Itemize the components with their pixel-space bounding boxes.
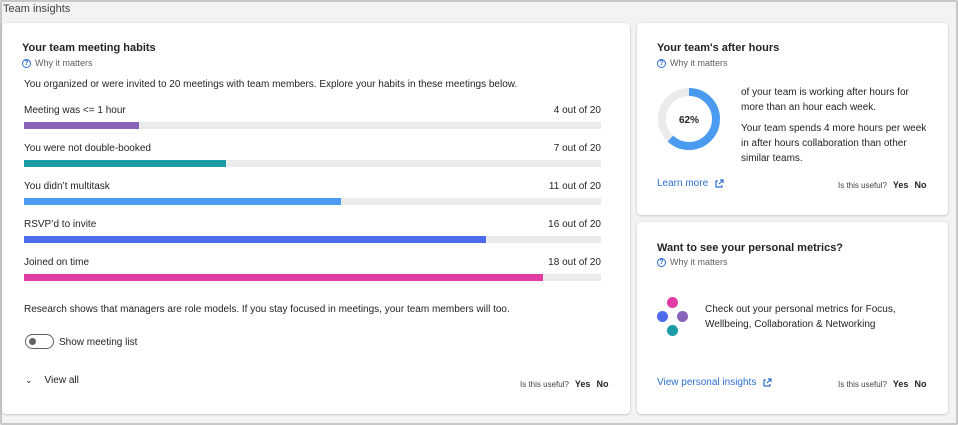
learn-more-link[interactable]: Learn more	[657, 178, 724, 189]
metric-label: Joined on time	[24, 257, 90, 268]
why-it-matters-label: Why it matters	[670, 257, 728, 267]
feedback-no-button[interactable]: No	[914, 180, 926, 190]
metric-bar-track	[24, 198, 601, 205]
view-personal-insights-link[interactable]: View personal insights	[657, 377, 772, 388]
feedback-yes-button[interactable]: Yes	[893, 180, 909, 190]
metric-bar-track	[24, 236, 601, 243]
question-icon: ?	[657, 58, 666, 68]
metric-bar-fill	[24, 198, 342, 205]
metric-bar-fill	[24, 122, 140, 129]
toggle-knob	[29, 338, 36, 345]
view-all-button[interactable]: ⌄ View all	[25, 375, 79, 386]
metric-label: Meeting was <= 1 hour	[24, 105, 126, 116]
feedback-no-button[interactable]: No	[914, 379, 926, 389]
metric-label: You were not double-booked	[24, 143, 151, 154]
external-link-icon	[763, 377, 772, 387]
useful-question: Is this useful?	[838, 180, 887, 190]
dot-purple	[677, 311, 688, 322]
metric-label: You didn’t multitask	[24, 181, 110, 192]
personal-metrics-description: Check out your personal metrics for Focu…	[705, 304, 896, 330]
after-hours-title: Your team's after hours	[657, 42, 780, 54]
metric-count: 18 out of 20	[548, 257, 601, 268]
after-hours-donut: 62%	[658, 88, 720, 150]
learn-more-label: Learn more	[657, 178, 709, 189]
metric-count: 7 out of 20	[553, 143, 601, 154]
metric-bar-fill	[24, 274, 544, 281]
why-it-matters-link[interactable]: ? Why it matters	[657, 58, 728, 68]
show-meeting-list-toggle[interactable]	[25, 334, 54, 349]
feedback-no-button[interactable]: No	[596, 379, 608, 389]
metrics-list: Meeting was <= 1 hour 4 out of 20 You were…	[0, 0, 601, 290]
metric-count: 16 out of 20	[548, 219, 601, 230]
after-hours-comparison: Your team spends 4 more hours per week i…	[741, 123, 927, 164]
personal-insights-icon	[657, 297, 689, 337]
after-hours-feedback: Is this useful? Yes No	[838, 180, 926, 190]
meeting-habits-feedback: Is this useful? Yes No	[520, 379, 608, 389]
useful-question: Is this useful?	[520, 379, 569, 389]
feedback-yes-button[interactable]: Yes	[893, 379, 909, 389]
useful-question: Is this useful?	[838, 379, 887, 389]
donut-percent-label: 62%	[679, 115, 699, 126]
metric-label: RSVP’d to invite	[24, 219, 97, 230]
external-link-icon	[715, 178, 724, 188]
personal-metrics-title: Want to see your personal metrics?	[657, 242, 844, 254]
after-hours-description: of your team is working after hours for …	[741, 87, 909, 113]
research-note: Research shows that managers are role mo…	[24, 304, 510, 315]
feedback-yes-button[interactable]: Yes	[575, 379, 591, 389]
metric-count: 4 out of 20	[553, 105, 601, 116]
question-icon: ?	[657, 257, 666, 267]
view-personal-insights-label: View personal insights	[657, 377, 757, 388]
dot-pink	[667, 297, 678, 308]
dot-blue	[657, 311, 668, 322]
view-all-label: View all	[44, 375, 79, 386]
metric-bar-fill	[24, 236, 486, 243]
show-meeting-list-label: Show meeting list	[59, 337, 138, 348]
why-it-matters-label: Why it matters	[670, 58, 728, 68]
dot-teal	[667, 325, 678, 336]
metric-bar-track	[24, 274, 601, 281]
metric-count: 11 out of 20	[548, 181, 601, 192]
chevron-down-icon: ⌄	[25, 375, 33, 385]
personal-metrics-feedback: Is this useful? Yes No	[838, 379, 926, 389]
metric-bar-track	[24, 122, 601, 129]
why-it-matters-link[interactable]: ? Why it matters	[657, 257, 728, 267]
metric-bar-track	[24, 160, 601, 167]
metric-bar-fill	[24, 160, 226, 167]
